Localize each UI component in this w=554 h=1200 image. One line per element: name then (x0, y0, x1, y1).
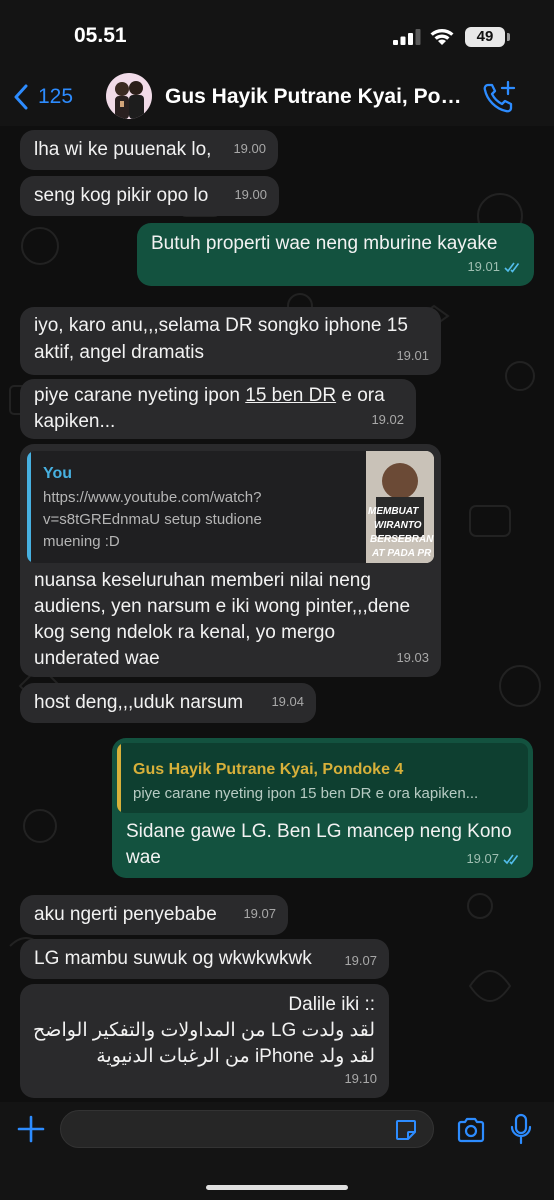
message-text: iyo, karo anu,,,selama DR songko iphone … (34, 315, 408, 336)
battery-indicator: 49 (465, 27, 505, 47)
status-bar: 05.51 49 (0, 0, 554, 70)
chevron-left-icon (14, 84, 28, 110)
message-incoming[interactable]: seng kog pikir opo lo 19.00 (20, 176, 279, 216)
message-incoming[interactable]: lha wi ke puuenak lo, 19.00 (20, 130, 278, 170)
message-meta: 19.07 (344, 948, 377, 974)
chat-header: 125 Gus Hayik Putrane Kyai, Pondoke 4 (0, 70, 554, 126)
message-incoming-reply[interactable]: You https://www.youtube.com/watch? v=s8t… (20, 444, 441, 677)
message-text: underated wae (34, 648, 160, 669)
message-time: 19.07 (466, 851, 499, 866)
quoted-message[interactable]: You https://www.youtube.com/watch? v=s8t… (27, 451, 434, 563)
message-text: piye carane nyeting ipon 15 ben DR e ora (34, 383, 385, 409)
message-time: 19.00 (234, 187, 267, 202)
cellular-signal-icon (393, 29, 421, 45)
message-meta: 19.02 (371, 407, 404, 433)
video-thumbnail: MEMBUAT WIRANTO BERSEBRAN AT PADA PR (366, 451, 434, 563)
message-meta: 19.01 (396, 343, 429, 369)
group-avatar[interactable] (106, 73, 152, 119)
message-incoming[interactable]: host deng,,,uduk narsum 19.04 (20, 683, 316, 723)
message-text: aktif, angel dramatis (34, 342, 205, 363)
input-bar (0, 1102, 554, 1200)
message-outgoing-reply[interactable]: Gus Hayik Putrane Kyai, Pondoke 4 piye c… (112, 738, 533, 878)
message-meta: 19.03 (396, 645, 429, 671)
message-incoming[interactable]: iyo, karo anu,,,selama DR songko iphone … (20, 307, 441, 375)
read-receipt-icon (504, 262, 520, 273)
quote-author: Gus Hayik Putrane Kyai, Pondoke 4 (133, 761, 404, 778)
message-text: wae (126, 847, 161, 868)
message-meta: 19.00 (234, 182, 267, 208)
message-text: لقد ولدت LG من المداولات والتفكير الواضح (33, 1020, 375, 1041)
detected-link[interactable]: 15 ben DR (245, 385, 336, 406)
battery-tip (507, 33, 510, 41)
message-input[interactable] (60, 1110, 434, 1148)
quote-bar (27, 451, 31, 563)
message-text: audiens, yen narsum e iki wong pinter,,,… (34, 596, 411, 617)
quote-text: https://www.youtube.com/watch? (43, 489, 262, 506)
message-outgoing[interactable]: Butuh properti wae neng mburine kayake 1… (137, 223, 534, 286)
message-meta: 19.07 (243, 901, 276, 927)
sticker-icon[interactable] (394, 1118, 418, 1142)
message-meta: 19.01 (467, 254, 522, 280)
phone-plus-icon[interactable] (481, 80, 517, 116)
quoted-message[interactable]: Gus Hayik Putrane Kyai, Pondoke 4 piye c… (117, 743, 528, 813)
wifi-icon (430, 29, 454, 45)
message-text: لقد ولد iPhone من الرغبات الدنيوية (96, 1046, 375, 1067)
back-button[interactable]: 125 (14, 80, 73, 114)
message-time: 19.02 (371, 412, 404, 427)
message-time: 19.10 (344, 1071, 377, 1086)
chat-title[interactable]: Gus Hayik Putrane Kyai, Pondoke 4 (165, 85, 470, 109)
quote-bar (117, 743, 121, 813)
message-time: 19.01 (467, 259, 500, 274)
message-time: 19.00 (233, 141, 266, 156)
quote-text: muening :D (43, 533, 120, 550)
message-time: 19.07 (344, 953, 377, 968)
message-meta: 19.10 (344, 1066, 377, 1092)
message-text: seng kog pikir opo lo (34, 185, 209, 206)
message-incoming[interactable]: LG mambu suwuk og wkwkwkwk 19.07 (20, 939, 389, 979)
message-incoming[interactable]: piye carane nyeting ipon 15 ben DR e ora… (20, 379, 416, 439)
message-time: 19.03 (396, 650, 429, 665)
message-text: kog seng ndelok ra kenal, yo mergo (34, 622, 336, 643)
message-text: aku ngerti penyebabe (34, 904, 217, 925)
quote-text: v=s8tGREdnmaU setup studione (43, 511, 262, 528)
message-text: host deng,,,uduk narsum (34, 692, 244, 713)
status-time: 05.51 (74, 24, 127, 47)
message-incoming[interactable]: Dalile iki :: لقد ولدت LG من المداولات و… (20, 984, 389, 1098)
message-text: Sidane gawe LG. Ben LG mancep neng Kono (126, 821, 512, 842)
message-incoming[interactable]: aku ngerti penyebabe 19.07 (20, 895, 288, 935)
message-text: kapiken... (34, 411, 116, 432)
message-text-part: e ora (336, 385, 385, 406)
message-meta: 19.07 (466, 846, 521, 872)
message-time: 19.04 (271, 694, 304, 709)
home-indicator (206, 1185, 348, 1190)
read-receipt-icon (503, 854, 519, 865)
message-time: 19.01 (396, 348, 429, 363)
chat-area[interactable]: lha wi ke puuenak lo, 19.00 seng kog pik… (0, 126, 554, 1102)
quote-author: You (43, 465, 73, 482)
message-text: LG mambu suwuk og wkwkwkwk (34, 948, 312, 969)
message-time: 19.07 (243, 906, 276, 921)
thumbnail-caption: AT PADA PR (372, 548, 432, 559)
message-meta: 19.04 (271, 689, 304, 715)
message-text: Dalile iki :: (288, 994, 375, 1015)
message-meta: 19.00 (233, 136, 266, 162)
quote-text: piye carane nyeting ipon 15 ben DR e ora… (133, 785, 479, 802)
message-text-part: piye carane nyeting ipon (34, 385, 246, 406)
unread-count: 125 (38, 85, 74, 108)
message-text: nuansa keseluruhan memberi nilai neng (34, 570, 371, 591)
microphone-icon[interactable] (510, 1113, 532, 1145)
plus-icon[interactable] (16, 1114, 46, 1144)
message-text: lha wi ke puuenak lo, (34, 139, 212, 160)
camera-icon[interactable] (456, 1116, 486, 1144)
message-text: Butuh properti wae neng mburine kayake (151, 233, 498, 254)
